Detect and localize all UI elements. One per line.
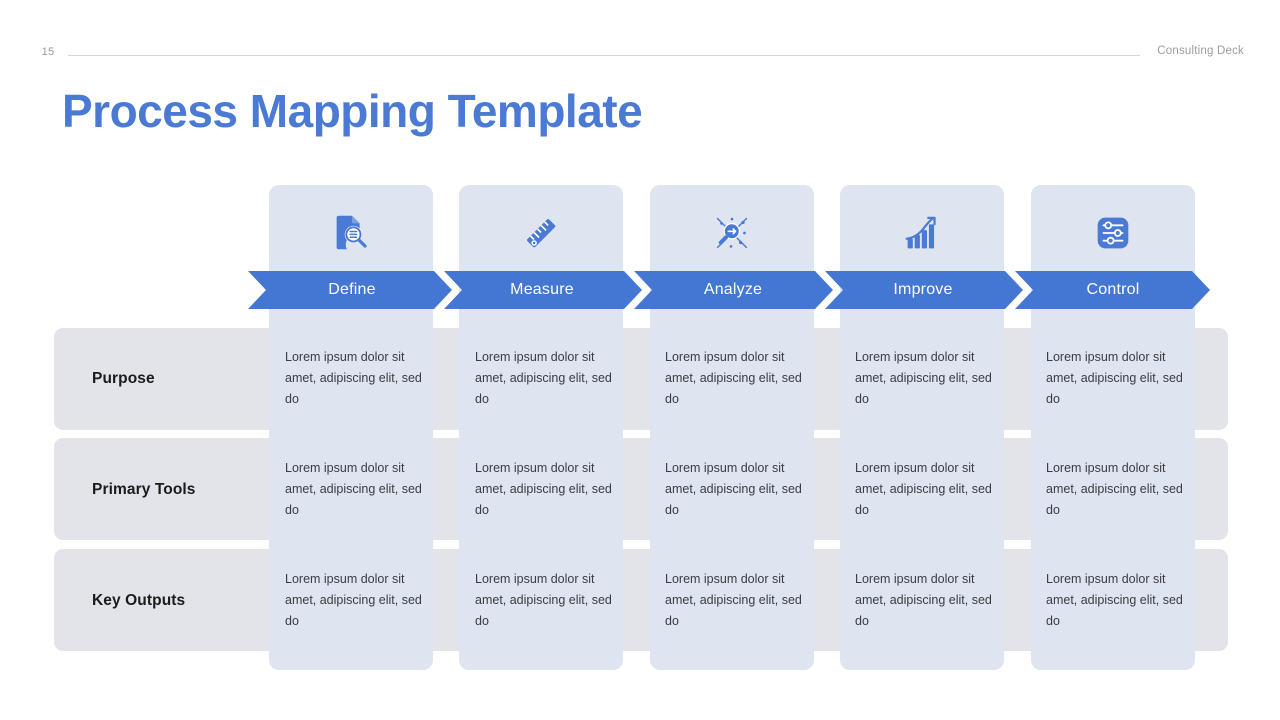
row-label-key-outputs: Key Outputs <box>92 592 186 609</box>
table-cell: Lorem ipsum dolor sit amet, adipiscing e… <box>285 461 422 517</box>
phase-label-analyze[interactable]: Analyze <box>640 271 826 309</box>
phase-label-improve[interactable]: Improve <box>830 271 1016 309</box>
row-label-primary-tools: Primary Tools <box>92 481 196 498</box>
table-cell: Lorem ipsum dolor sit amet, adipiscing e… <box>855 572 992 628</box>
table-cell: Lorem ipsum dolor sit amet, adipiscing e… <box>1046 572 1183 628</box>
table-cell: Lorem ipsum dolor sit amet, adipiscing e… <box>285 572 422 628</box>
table-cell: Lorem ipsum dolor sit amet, adipiscing e… <box>475 461 612 517</box>
table-cell: Lorem ipsum dolor sit amet, adipiscing e… <box>665 350 802 406</box>
phase-label-measure[interactable]: Measure <box>449 271 635 309</box>
table-cell: Lorem ipsum dolor sit amet, adipiscing e… <box>665 572 802 628</box>
process-map-diagram: Define Measure Analyze Improve Control P… <box>0 0 1280 720</box>
row-label-purpose: Purpose <box>92 370 155 387</box>
document-search-icon <box>269 206 433 260</box>
table-cell: Lorem ipsum dolor sit amet, adipiscing e… <box>855 350 992 406</box>
table-cell: Lorem ipsum dolor sit amet, adipiscing e… <box>855 461 992 517</box>
growth-chart-icon <box>840 206 1004 260</box>
table-cell: Lorem ipsum dolor sit amet, adipiscing e… <box>665 461 802 517</box>
table-cell: Lorem ipsum dolor sit amet, adipiscing e… <box>1046 461 1183 517</box>
data-analysis-icon <box>650 206 814 260</box>
table-cell: Lorem ipsum dolor sit amet, adipiscing e… <box>475 572 612 628</box>
ruler-icon <box>459 206 623 260</box>
phase-label-define[interactable]: Define <box>259 271 445 309</box>
table-cell: Lorem ipsum dolor sit amet, adipiscing e… <box>1046 350 1183 406</box>
phase-chevron-band: Define Measure Analyze Improve Control <box>248 271 1210 309</box>
table-cell: Lorem ipsum dolor sit amet, adipiscing e… <box>285 350 422 406</box>
phase-label-control[interactable]: Control <box>1020 271 1206 309</box>
table-cell: Lorem ipsum dolor sit amet, adipiscing e… <box>475 350 612 406</box>
sliders-settings-icon <box>1031 206 1195 260</box>
